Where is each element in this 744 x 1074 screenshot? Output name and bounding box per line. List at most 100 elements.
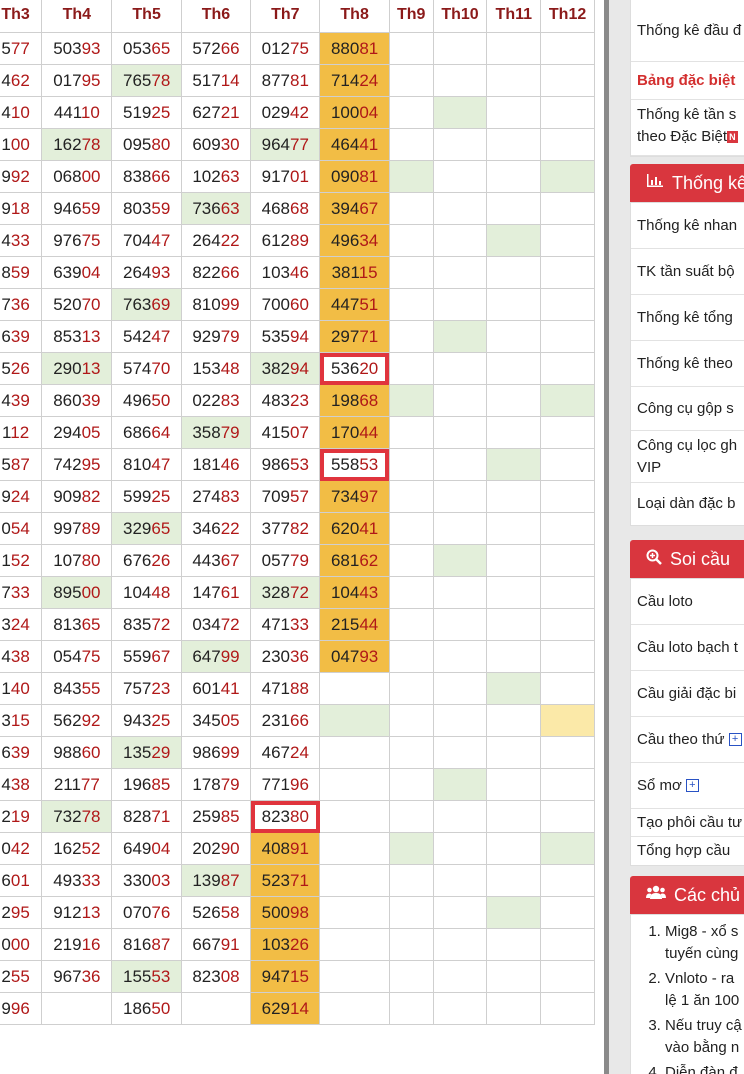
result-cell: 54247 — [111, 320, 182, 353]
result-cell: 054 — [0, 512, 43, 545]
sidebar-link-stats-2[interactable]: TK tần suất bộ — [631, 249, 744, 295]
empty-cell — [540, 96, 595, 129]
result-cell: 73663 — [180, 192, 252, 225]
empty-cell — [388, 320, 434, 353]
expand-plus-icon[interactable]: + — [685, 779, 699, 792]
empty-cell — [432, 544, 488, 577]
result-cell: 68162 — [319, 544, 390, 577]
result-cell: 82871 — [111, 800, 182, 833]
result-cell: 295 — [0, 896, 43, 929]
empty-cell — [432, 960, 488, 993]
result-cell: 10780 — [41, 544, 113, 577]
sidebar-link-cau-theo-thu[interactable]: Cầu theo thứ + — [631, 717, 744, 763]
result-cell: 439 — [0, 384, 43, 417]
sidebar-link-stats-6[interactable]: Công cụ lọc gh VIP — [631, 431, 744, 483]
result-cell: 49634 — [319, 224, 390, 257]
empty-cell — [540, 896, 595, 929]
sidebar-link-stats-5[interactable]: Công cụ gộp s — [631, 387, 744, 431]
topics-panel: Mig8 - xổ stuyến cùng Vnloto - ralệ 1 ăn… — [630, 914, 744, 1074]
empty-cell — [432, 64, 488, 97]
topic-item[interactable]: Mig8 - xổ stuyến cùng — [665, 921, 744, 965]
empty-cell — [388, 896, 434, 929]
table-row: 152 10780 67626 44367 05779 68162 — [0, 544, 595, 577]
sidebar-link-stats-4[interactable]: Thống kê theo — [631, 341, 744, 387]
sidebar-link-tong-hop-cau[interactable]: Tổng hợp cầu — [631, 837, 744, 865]
sidebar-link-tao-phoi-cau[interactable]: Tạo phôi cầu tư — [631, 809, 744, 837]
empty-cell — [486, 640, 542, 673]
column-header: Th10 — [432, 0, 488, 33]
result-cell: 34622 — [180, 512, 252, 545]
sidebar-link-stats-7[interactable]: Loại dàn đặc b — [631, 483, 744, 525]
result-cell: 23166 — [250, 704, 321, 737]
sidebar-link-thong-ke-dau[interactable]: Thống kê đầu đ — [631, 0, 744, 62]
result-cell: 81687 — [111, 928, 182, 961]
empty-cell — [486, 320, 542, 353]
empty-cell — [540, 224, 595, 257]
topic-item[interactable]: Vnloto - ralệ 1 ăn 100 — [665, 968, 744, 1012]
empty-cell — [388, 544, 434, 577]
result-cell: 10448 — [111, 576, 182, 609]
result-cell: 53594 — [250, 320, 321, 353]
empty-cell — [486, 416, 542, 449]
result-cell: 410 — [0, 96, 43, 129]
empty-cell — [540, 736, 595, 769]
result-cell: 34505 — [180, 704, 252, 737]
empty-cell — [432, 384, 488, 417]
result-cell: 77196 — [250, 768, 321, 801]
empty-cell — [486, 352, 542, 385]
search-plus-icon — [646, 549, 662, 570]
expand-plus-icon[interactable]: + — [728, 733, 742, 746]
result-cell: 042 — [0, 832, 43, 865]
empty-cell — [432, 320, 488, 353]
empty-cell — [540, 704, 595, 737]
topic-item[interactable]: Diễn đàn đ — [665, 1062, 744, 1074]
result-cell: 01275 — [250, 32, 321, 65]
scrollbar-separator[interactable] — [604, 0, 609, 1074]
topic-item[interactable]: Nếu truy cậvào bằng n — [665, 1015, 744, 1059]
result-cell: 90982 — [41, 480, 113, 513]
result-cell: 51925 — [111, 96, 182, 129]
result-cell: 62041 — [319, 512, 390, 545]
table-row: 219 73278 82871 25985 82380 — [0, 800, 595, 833]
sidebar-link-cau-loto[interactable]: Cầu loto — [631, 579, 744, 625]
result-cell: 98699 — [180, 736, 252, 769]
empty-cell — [432, 512, 488, 545]
result-cell: 98653 — [250, 448, 321, 481]
empty-cell — [432, 352, 488, 385]
result-cell: 01795 — [41, 64, 113, 97]
table-row: 526 29013 57470 15348 38294 53620 — [0, 352, 595, 385]
empty-cell — [319, 896, 390, 929]
empty-cell — [388, 224, 434, 257]
sidebar-link-cau-giai-dac-biet[interactable]: Cầu giải đặc bi — [631, 671, 744, 717]
stats-links-panel: Thống kê nhan TK tần suất bộ Thống kê tổ… — [630, 202, 744, 526]
sidebar-link-thong-ke-tan-suat[interactable]: Thống kê tần s theo Đặc Biệt N — [631, 100, 744, 156]
empty-cell — [486, 96, 542, 129]
result-cell: 74295 — [41, 448, 113, 481]
result-cell: 219 — [0, 800, 43, 833]
empty-cell — [319, 960, 390, 993]
result-cell: 918 — [0, 192, 43, 225]
empty-cell — [432, 800, 488, 833]
table-row: 924 90982 59925 27483 70957 73497 — [0, 480, 595, 513]
sidebar-link-stats-3[interactable]: Thống kê tổng — [631, 295, 744, 341]
sidebar-link-cau-loto-bach[interactable]: Cầu loto bạch t — [631, 625, 744, 671]
result-cell: 64904 — [111, 832, 182, 865]
result-cell: 61289 — [250, 224, 321, 257]
results-table-panel: Th3 Th4 Th5 Th6 Th7 Th8 Th9 Th10 Th11 Th12 577 503… — [0, 0, 606, 1074]
table-row: 736 52070 76369 81099 70060 44751 — [0, 288, 595, 321]
empty-cell — [388, 992, 434, 1025]
result-cell: 41507 — [250, 416, 321, 449]
sidebar-link-bang-dac-biet[interactable]: Bảng đặc biệt — [631, 62, 744, 100]
sidebar-link-so-mo[interactable]: Sổ mơ + — [631, 763, 744, 809]
result-cell: 10326 — [250, 928, 321, 961]
table-row: 000 21916 81687 66791 10326 — [0, 928, 595, 961]
empty-cell — [432, 288, 488, 321]
empty-cell — [486, 608, 542, 641]
table-row: 324 81365 83572 03472 47133 21544 — [0, 608, 595, 641]
result-cell: 46868 — [250, 192, 321, 225]
result-cell: 73278 — [41, 800, 113, 833]
sidebar-link-stats-1[interactable]: Thống kê nhan — [631, 203, 744, 249]
empty-cell — [388, 160, 434, 193]
right-sidebar: Thống kê đầu đ Bảng đặc biệt Thống kê tầ… — [618, 0, 744, 1074]
empty-cell — [540, 800, 595, 833]
